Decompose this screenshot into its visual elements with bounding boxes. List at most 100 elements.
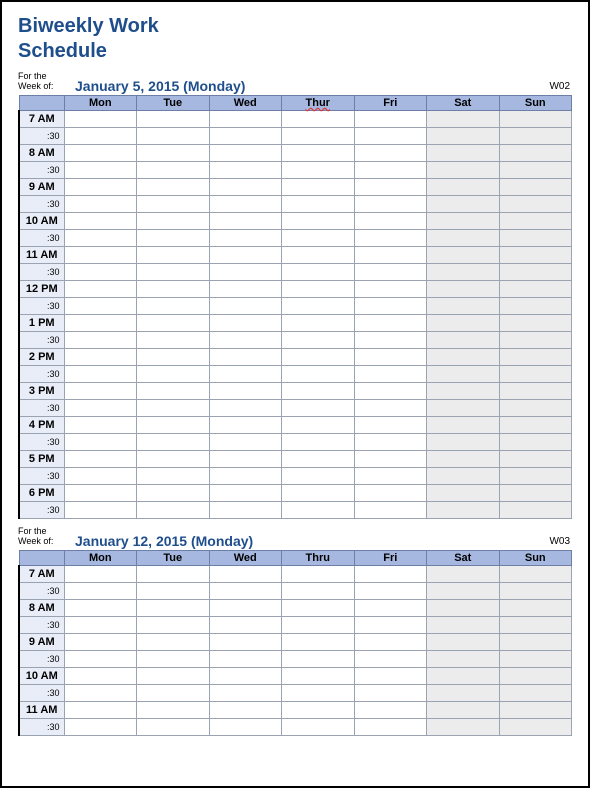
schedule-cell[interactable] <box>282 484 355 501</box>
schedule-cell[interactable] <box>354 110 427 127</box>
schedule-cell[interactable] <box>499 433 572 450</box>
schedule-cell[interactable] <box>427 701 500 718</box>
schedule-cell[interactable] <box>282 599 355 616</box>
schedule-cell[interactable] <box>64 348 137 365</box>
schedule-cell[interactable] <box>354 433 427 450</box>
schedule-cell[interactable] <box>137 348 210 365</box>
schedule-cell[interactable] <box>427 246 500 263</box>
schedule-cell[interactable] <box>499 382 572 399</box>
schedule-cell[interactable] <box>64 650 137 667</box>
schedule-cell[interactable] <box>354 399 427 416</box>
schedule-cell[interactable] <box>499 633 572 650</box>
schedule-cell[interactable] <box>137 212 210 229</box>
schedule-cell[interactable] <box>499 127 572 144</box>
schedule-cell[interactable] <box>209 195 282 212</box>
schedule-cell[interactable] <box>137 331 210 348</box>
schedule-cell[interactable] <box>64 127 137 144</box>
schedule-cell[interactable] <box>427 178 500 195</box>
schedule-cell[interactable] <box>354 314 427 331</box>
schedule-cell[interactable] <box>427 616 500 633</box>
schedule-cell[interactable] <box>354 667 427 684</box>
schedule-cell[interactable] <box>282 616 355 633</box>
schedule-cell[interactable] <box>137 616 210 633</box>
schedule-cell[interactable] <box>499 399 572 416</box>
schedule-cell[interactable] <box>427 565 500 582</box>
schedule-cell[interactable] <box>282 450 355 467</box>
schedule-cell[interactable] <box>137 297 210 314</box>
schedule-cell[interactable] <box>499 161 572 178</box>
schedule-cell[interactable] <box>427 161 500 178</box>
schedule-cell[interactable] <box>282 399 355 416</box>
schedule-cell[interactable] <box>209 416 282 433</box>
schedule-cell[interactable] <box>354 280 427 297</box>
schedule-cell[interactable] <box>354 718 427 735</box>
schedule-cell[interactable] <box>64 263 137 280</box>
schedule-cell[interactable] <box>137 467 210 484</box>
schedule-cell[interactable] <box>137 314 210 331</box>
schedule-cell[interactable] <box>64 433 137 450</box>
schedule-cell[interactable] <box>64 701 137 718</box>
schedule-cell[interactable] <box>137 416 210 433</box>
schedule-cell[interactable] <box>64 718 137 735</box>
schedule-cell[interactable] <box>354 650 427 667</box>
schedule-cell[interactable] <box>354 701 427 718</box>
schedule-cell[interactable] <box>209 161 282 178</box>
schedule-cell[interactable] <box>209 718 282 735</box>
schedule-cell[interactable] <box>209 178 282 195</box>
schedule-cell[interactable] <box>209 246 282 263</box>
schedule-cell[interactable] <box>64 599 137 616</box>
schedule-cell[interactable] <box>209 501 282 518</box>
schedule-cell[interactable] <box>64 246 137 263</box>
schedule-cell[interactable] <box>499 314 572 331</box>
schedule-cell[interactable] <box>282 263 355 280</box>
schedule-cell[interactable] <box>137 178 210 195</box>
schedule-cell[interactable] <box>499 348 572 365</box>
schedule-cell[interactable] <box>137 144 210 161</box>
schedule-cell[interactable] <box>209 450 282 467</box>
schedule-cell[interactable] <box>64 633 137 650</box>
schedule-cell[interactable] <box>209 280 282 297</box>
schedule-cell[interactable] <box>282 467 355 484</box>
schedule-cell[interactable] <box>209 599 282 616</box>
schedule-cell[interactable] <box>282 195 355 212</box>
schedule-cell[interactable] <box>137 382 210 399</box>
schedule-cell[interactable] <box>499 280 572 297</box>
schedule-cell[interactable] <box>282 246 355 263</box>
schedule-cell[interactable] <box>282 501 355 518</box>
schedule-cell[interactable] <box>209 144 282 161</box>
schedule-cell[interactable] <box>64 501 137 518</box>
schedule-cell[interactable] <box>427 212 500 229</box>
schedule-cell[interactable] <box>64 616 137 633</box>
schedule-cell[interactable] <box>499 599 572 616</box>
schedule-cell[interactable] <box>282 433 355 450</box>
schedule-cell[interactable] <box>354 195 427 212</box>
schedule-cell[interactable] <box>209 331 282 348</box>
schedule-cell[interactable] <box>209 399 282 416</box>
schedule-cell[interactable] <box>354 161 427 178</box>
schedule-cell[interactable] <box>499 331 572 348</box>
schedule-cell[interactable] <box>64 110 137 127</box>
schedule-cell[interactable] <box>427 195 500 212</box>
schedule-cell[interactable] <box>209 582 282 599</box>
schedule-cell[interactable] <box>137 667 210 684</box>
schedule-cell[interactable] <box>137 718 210 735</box>
schedule-cell[interactable] <box>427 314 500 331</box>
schedule-cell[interactable] <box>354 684 427 701</box>
schedule-cell[interactable] <box>499 450 572 467</box>
schedule-cell[interactable] <box>282 667 355 684</box>
schedule-cell[interactable] <box>64 195 137 212</box>
schedule-cell[interactable] <box>354 127 427 144</box>
schedule-cell[interactable] <box>64 467 137 484</box>
schedule-cell[interactable] <box>427 667 500 684</box>
schedule-cell[interactable] <box>137 501 210 518</box>
schedule-cell[interactable] <box>427 416 500 433</box>
schedule-cell[interactable] <box>64 178 137 195</box>
schedule-cell[interactable] <box>354 348 427 365</box>
schedule-cell[interactable] <box>499 297 572 314</box>
schedule-cell[interactable] <box>64 450 137 467</box>
schedule-cell[interactable] <box>282 229 355 246</box>
schedule-cell[interactable] <box>137 399 210 416</box>
schedule-cell[interactable] <box>499 501 572 518</box>
schedule-cell[interactable] <box>64 314 137 331</box>
schedule-cell[interactable] <box>282 565 355 582</box>
